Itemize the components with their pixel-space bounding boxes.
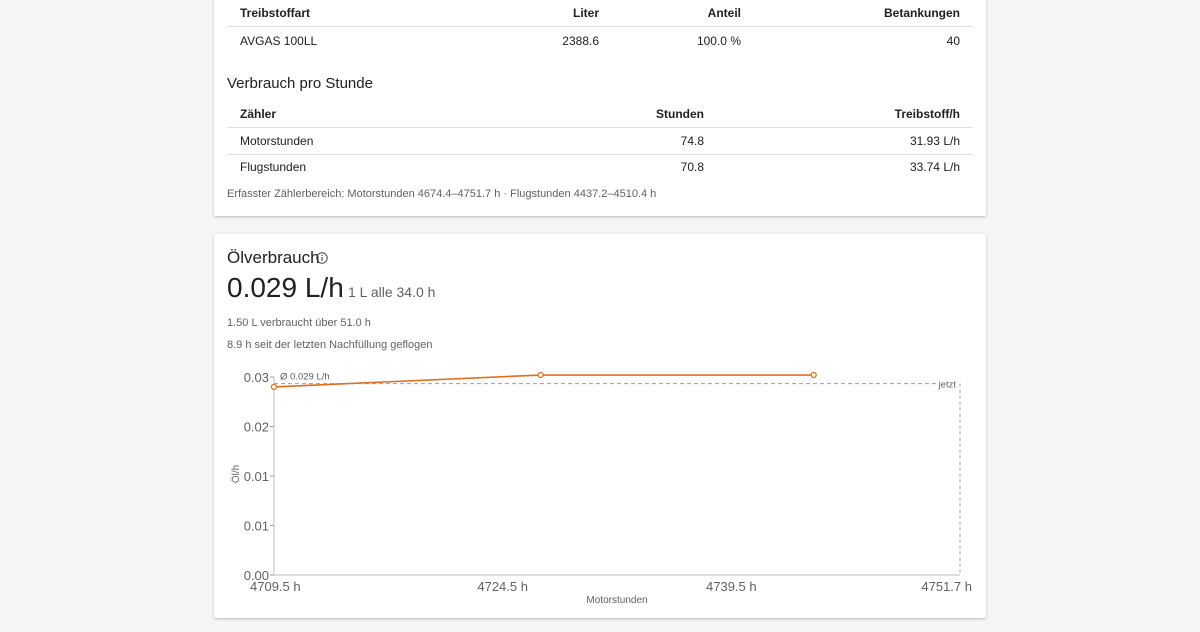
- x-tick-label: 4739.5 h: [706, 579, 757, 594]
- average-label: Ø 0.029 L/h: [280, 372, 330, 383]
- liters-cell: 2388.6: [562, 34, 599, 48]
- y-axis-label: Öl/h: [230, 465, 242, 483]
- column-header-counter: Zähler: [240, 107, 277, 121]
- oil-rate-value: 0.029 L/h: [227, 272, 344, 303]
- y-tick-label: 0.02: [244, 420, 269, 435]
- column-header-share: Anteil: [707, 6, 741, 20]
- average-reference: Ø 0.029 L/h jetzt: [274, 372, 961, 575]
- column-header-hours: Stunden: [656, 107, 704, 121]
- hours-cell: 74.8: [680, 134, 704, 148]
- consumption-section-title: Verbrauch pro Stunde: [227, 75, 373, 92]
- oil-consumption-chart: 0.000.010.010.020.034709.5 h 4724.5 h 4739…: [230, 370, 972, 606]
- column-header-liters: Liter: [572, 6, 599, 20]
- counter-cell: Flugstunden: [240, 160, 307, 174]
- fuel-type-cell: AVGAS 100LL: [240, 34, 318, 48]
- data-point: [537, 371, 544, 379]
- data-point: [810, 371, 817, 379]
- fuel-per-hour-cell: 33.74 L/h: [909, 160, 960, 174]
- x-axis-label: Motorstunden: [586, 595, 647, 606]
- y-tick-label: 0.01: [244, 519, 269, 534]
- counter-range-note: Erfasster Zählerbereich: Motorstunden 46…: [227, 188, 657, 200]
- now-marker-label: jetzt: [938, 380, 957, 391]
- share-cell: 100.0 %: [696, 34, 741, 48]
- column-header-fuel-per-hour: Treibstoff/h: [894, 107, 960, 121]
- chart-series: [270, 371, 817, 391]
- x-tick-label: 4724.5 h: [477, 579, 528, 594]
- table-header-row: Treibstoffart Liter Anteil Betankungen: [227, 0, 973, 27]
- x-tick-label: 4751.7 h: [921, 579, 972, 594]
- fuel-per-hour-cell: 31.93 L/h: [909, 134, 960, 148]
- y-tick-label: 0.01: [244, 469, 269, 484]
- fuel-summary-card: Treibstoffart Liter Anteil Betankungen A…: [214, 0, 986, 216]
- table-row: AVGAS 100LL 2388.6 100.0 % 40: [227, 28, 973, 54]
- table-row: Motorstunden 74.8 31.93 L/h: [227, 128, 973, 155]
- table-header-row: Zähler Stunden Treibstoff/h: [227, 101, 973, 128]
- table-row: Flugstunden 70.8 33.74 L/h: [227, 154, 973, 180]
- column-header-refuelings: Betankungen: [883, 6, 960, 20]
- info-icon[interactable]: [316, 252, 328, 264]
- data-point: [270, 383, 278, 391]
- x-tick-label: 4709.5 h: [250, 579, 301, 594]
- oil-card-title: Ölverbrauch: [227, 248, 320, 267]
- chart-axes: 0.000.010.010.020.034709.5 h 4724.5 h 4739…: [230, 370, 972, 606]
- oil-rate-line: [273, 374, 814, 388]
- oil-consumption-card: Ölverbrauch 0.029 L/h 1 L alle 34.0 h 1.…: [214, 234, 986, 618]
- column-header-fuel-type: Treibstoffart: [240, 6, 311, 20]
- refill-note: 8.9 h seit der letzten Nachfüllung geflo…: [227, 339, 433, 351]
- counter-cell: Motorstunden: [240, 134, 314, 148]
- oil-used-note: 1.50 L verbraucht über 51.0 h: [227, 317, 371, 329]
- refuelings-cell: 40: [946, 34, 960, 48]
- hours-cell: 70.8: [680, 160, 704, 174]
- oil-interval-value: 1 L alle 34.0 h: [348, 284, 436, 300]
- y-tick-label: 0.03: [244, 370, 269, 385]
